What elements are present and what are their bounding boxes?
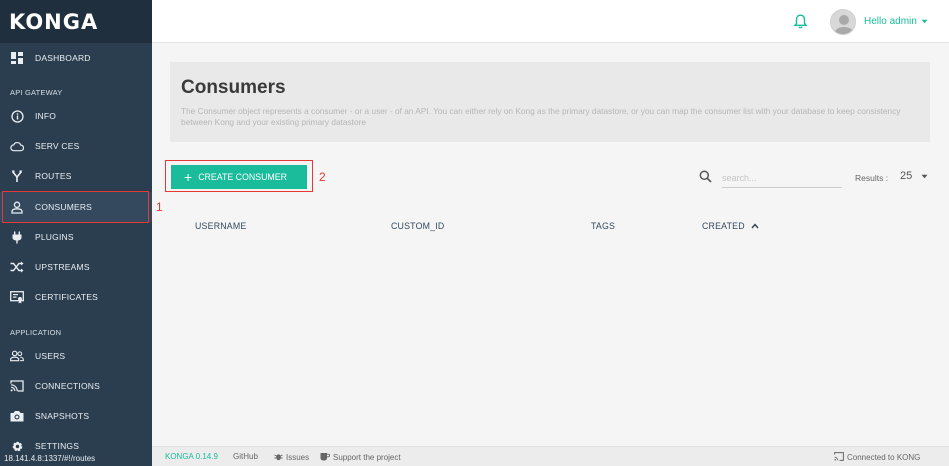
- users-icon: [10, 349, 24, 363]
- callout-1: 1: [156, 200, 163, 214]
- footer-support-link[interactable]: Support the project: [320, 452, 401, 463]
- routes-icon: [10, 169, 24, 183]
- page-description: The Consumer object represents a consume…: [181, 106, 901, 127]
- column-header-tags[interactable]: TAGS: [591, 221, 615, 231]
- camera-icon: [10, 409, 24, 423]
- cloud-icon: [10, 139, 24, 153]
- plus-icon: +: [184, 169, 193, 185]
- status-bar-url: 18.141.4.8:1337/#!/routes: [0, 453, 100, 466]
- sidebar-item-label: INFO: [35, 111, 57, 121]
- sidebar-item-users[interactable]: USERS: [0, 341, 152, 371]
- create-consumer-label: CREATE CONSUMER: [198, 172, 287, 182]
- caret-down-icon: [921, 16, 928, 27]
- gear-icon: [10, 439, 24, 453]
- bug-icon: [274, 452, 283, 463]
- shuffle-icon: [10, 260, 24, 274]
- sidebar-item-label: CONNECTIONS: [35, 381, 101, 391]
- section-title-api-gateway: API GATEWAY: [10, 88, 63, 97]
- sidebar-item-upstreams[interactable]: UPSTREAMS: [0, 252, 152, 282]
- sidebar-item-snapshots[interactable]: SNAPSHOTS: [0, 401, 152, 431]
- sidebar-item-label: SNAPSHOTS: [35, 411, 90, 421]
- sidebar: KONGA DASHBOARD API GATEWAY INFO SERV CE…: [0, 0, 152, 466]
- sidebar-item-label: CERTIFICATES: [35, 292, 99, 302]
- plug-icon: [10, 230, 24, 244]
- footer-support-label: Support the project: [333, 453, 401, 462]
- sidebar-item-label: SETTINGS: [35, 441, 80, 451]
- cast-icon: [10, 379, 24, 393]
- avatar[interactable]: [830, 9, 856, 35]
- results-label: Results :: [855, 173, 889, 183]
- column-header-custom-id[interactable]: CUSTOM_ID: [391, 221, 444, 231]
- cast-icon: [834, 452, 844, 463]
- topbar: Hello admin: [152, 0, 949, 43]
- sidebar-item-info[interactable]: INFO: [0, 101, 152, 131]
- footer-issues-link[interactable]: Issues: [274, 452, 309, 463]
- results-value: 25: [900, 170, 913, 182]
- create-consumer-button[interactable]: + CREATE CONSUMER: [171, 165, 307, 189]
- page-header: Consumers The Consumer object represents…: [170, 62, 930, 142]
- sidebar-item-label: USERS: [35, 351, 66, 361]
- search-input[interactable]: [722, 168, 842, 188]
- footer-version: KONGA 0.14.9: [165, 452, 218, 461]
- sidebar-item-label: PLUGINS: [35, 232, 74, 242]
- column-header-username[interactable]: USERNAME: [195, 221, 246, 231]
- sidebar-item-label: SERV CES: [35, 141, 80, 151]
- column-header-created[interactable]: CREATED: [702, 221, 759, 231]
- sidebar-item-certificates[interactable]: CERTIFICATES: [0, 282, 152, 312]
- highlight-consumers: [2, 191, 149, 223]
- brand-logo[interactable]: KONGA: [0, 0, 152, 43]
- section-title-application: APPLICATION: [10, 328, 62, 337]
- search-icon: [699, 170, 712, 188]
- certificate-icon: [10, 290, 24, 304]
- user-greeting: Hello admin: [864, 16, 917, 27]
- sidebar-item-routes[interactable]: ROUTES: [0, 161, 152, 191]
- sort-ascending-icon: [751, 221, 759, 231]
- dashboard-icon: [10, 51, 24, 65]
- sidebar-item-services[interactable]: SERV CES: [0, 131, 152, 161]
- user-menu[interactable]: Hello admin: [864, 16, 928, 27]
- info-icon: [10, 109, 24, 123]
- sidebar-item-plugins[interactable]: PLUGINS: [0, 222, 152, 252]
- sidebar-item-label: ROUTES: [35, 171, 72, 181]
- coffee-icon: [320, 452, 330, 463]
- column-header-created-label: CREATED: [702, 221, 745, 231]
- footer-github-link[interactable]: GitHub: [233, 452, 258, 461]
- sidebar-item-label: UPSTREAMS: [35, 262, 90, 272]
- sidebar-item-label: DASHBOARD: [35, 53, 91, 63]
- results-per-page-select[interactable]: 25: [900, 170, 928, 182]
- bell-icon[interactable]: [793, 14, 808, 34]
- sidebar-item-dashboard[interactable]: DASHBOARD: [0, 43, 152, 73]
- footer: KONGA 0.14.9 GitHub Issues Support the p…: [152, 446, 949, 466]
- connection-status-label: Connected to KONG: [847, 453, 921, 462]
- callout-2: 2: [319, 170, 326, 184]
- sidebar-item-connections[interactable]: CONNECTIONS: [0, 371, 152, 401]
- footer-issues-label: Issues: [286, 453, 310, 462]
- caret-down-icon: [921, 170, 928, 182]
- connection-status: Connected to KONG: [834, 452, 920, 463]
- page-title: Consumers: [181, 77, 286, 98]
